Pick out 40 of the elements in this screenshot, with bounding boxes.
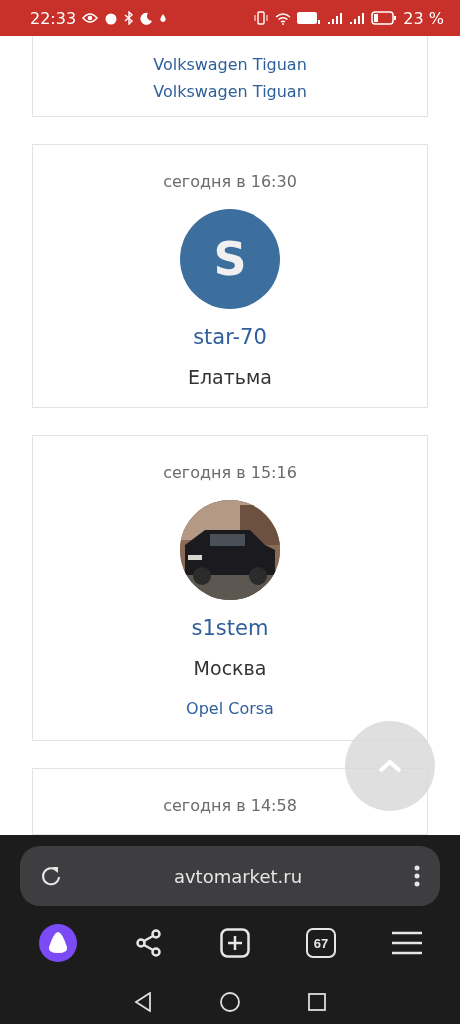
home-icon[interactable] [220,992,240,1012]
car-link[interactable]: Volkswagen Tiguan [153,78,307,105]
plus-square-icon [220,928,250,958]
more-icon[interactable] [414,865,420,887]
assistant-icon [38,923,78,963]
bluetooth-icon [124,11,135,25]
reload-icon[interactable] [40,865,62,887]
username-link[interactable]: s1stem [191,614,269,642]
menu-button[interactable] [392,931,422,955]
car-link[interactable]: Opel Corsa [186,695,274,722]
chevron-up-icon [378,759,402,773]
signal-icon [327,12,344,24]
drop-icon [159,13,168,23]
wifi-icon [275,11,292,25]
signal-icon [349,12,366,24]
avatar-letter: S [213,232,247,286]
post-date: сегодня в 14:58 [163,796,297,816]
menu-icon [392,931,422,955]
eye-icon [82,12,99,24]
username-link[interactable]: star-70 [193,323,267,351]
share-icon [134,928,164,958]
clock: 22:33 [30,8,77,28]
city: Елатьма [187,365,272,389]
post-date: сегодня в 16:30 [163,172,297,192]
back-icon[interactable] [134,992,152,1012]
moon-icon [140,11,154,25]
assistant-button[interactable] [38,923,78,963]
new-tab-button[interactable] [220,928,250,958]
share-button[interactable] [134,928,164,958]
battery-percent: 23 % [403,8,444,28]
address-bar[interactable]: avtomarket.ru [20,846,440,906]
url-text: avtomarket.ru [173,865,303,887]
tabs-button[interactable]: 67 [306,928,336,958]
city: Москва [193,656,267,680]
avatar[interactable]: S [180,209,280,309]
recents-icon[interactable] [308,993,326,1011]
vibrate-icon [253,11,270,25]
post-date: сегодня в 15:16 [163,463,297,483]
car-link[interactable]: Volkswagen Tiguan [153,51,307,78]
battery-icon [371,11,398,25]
